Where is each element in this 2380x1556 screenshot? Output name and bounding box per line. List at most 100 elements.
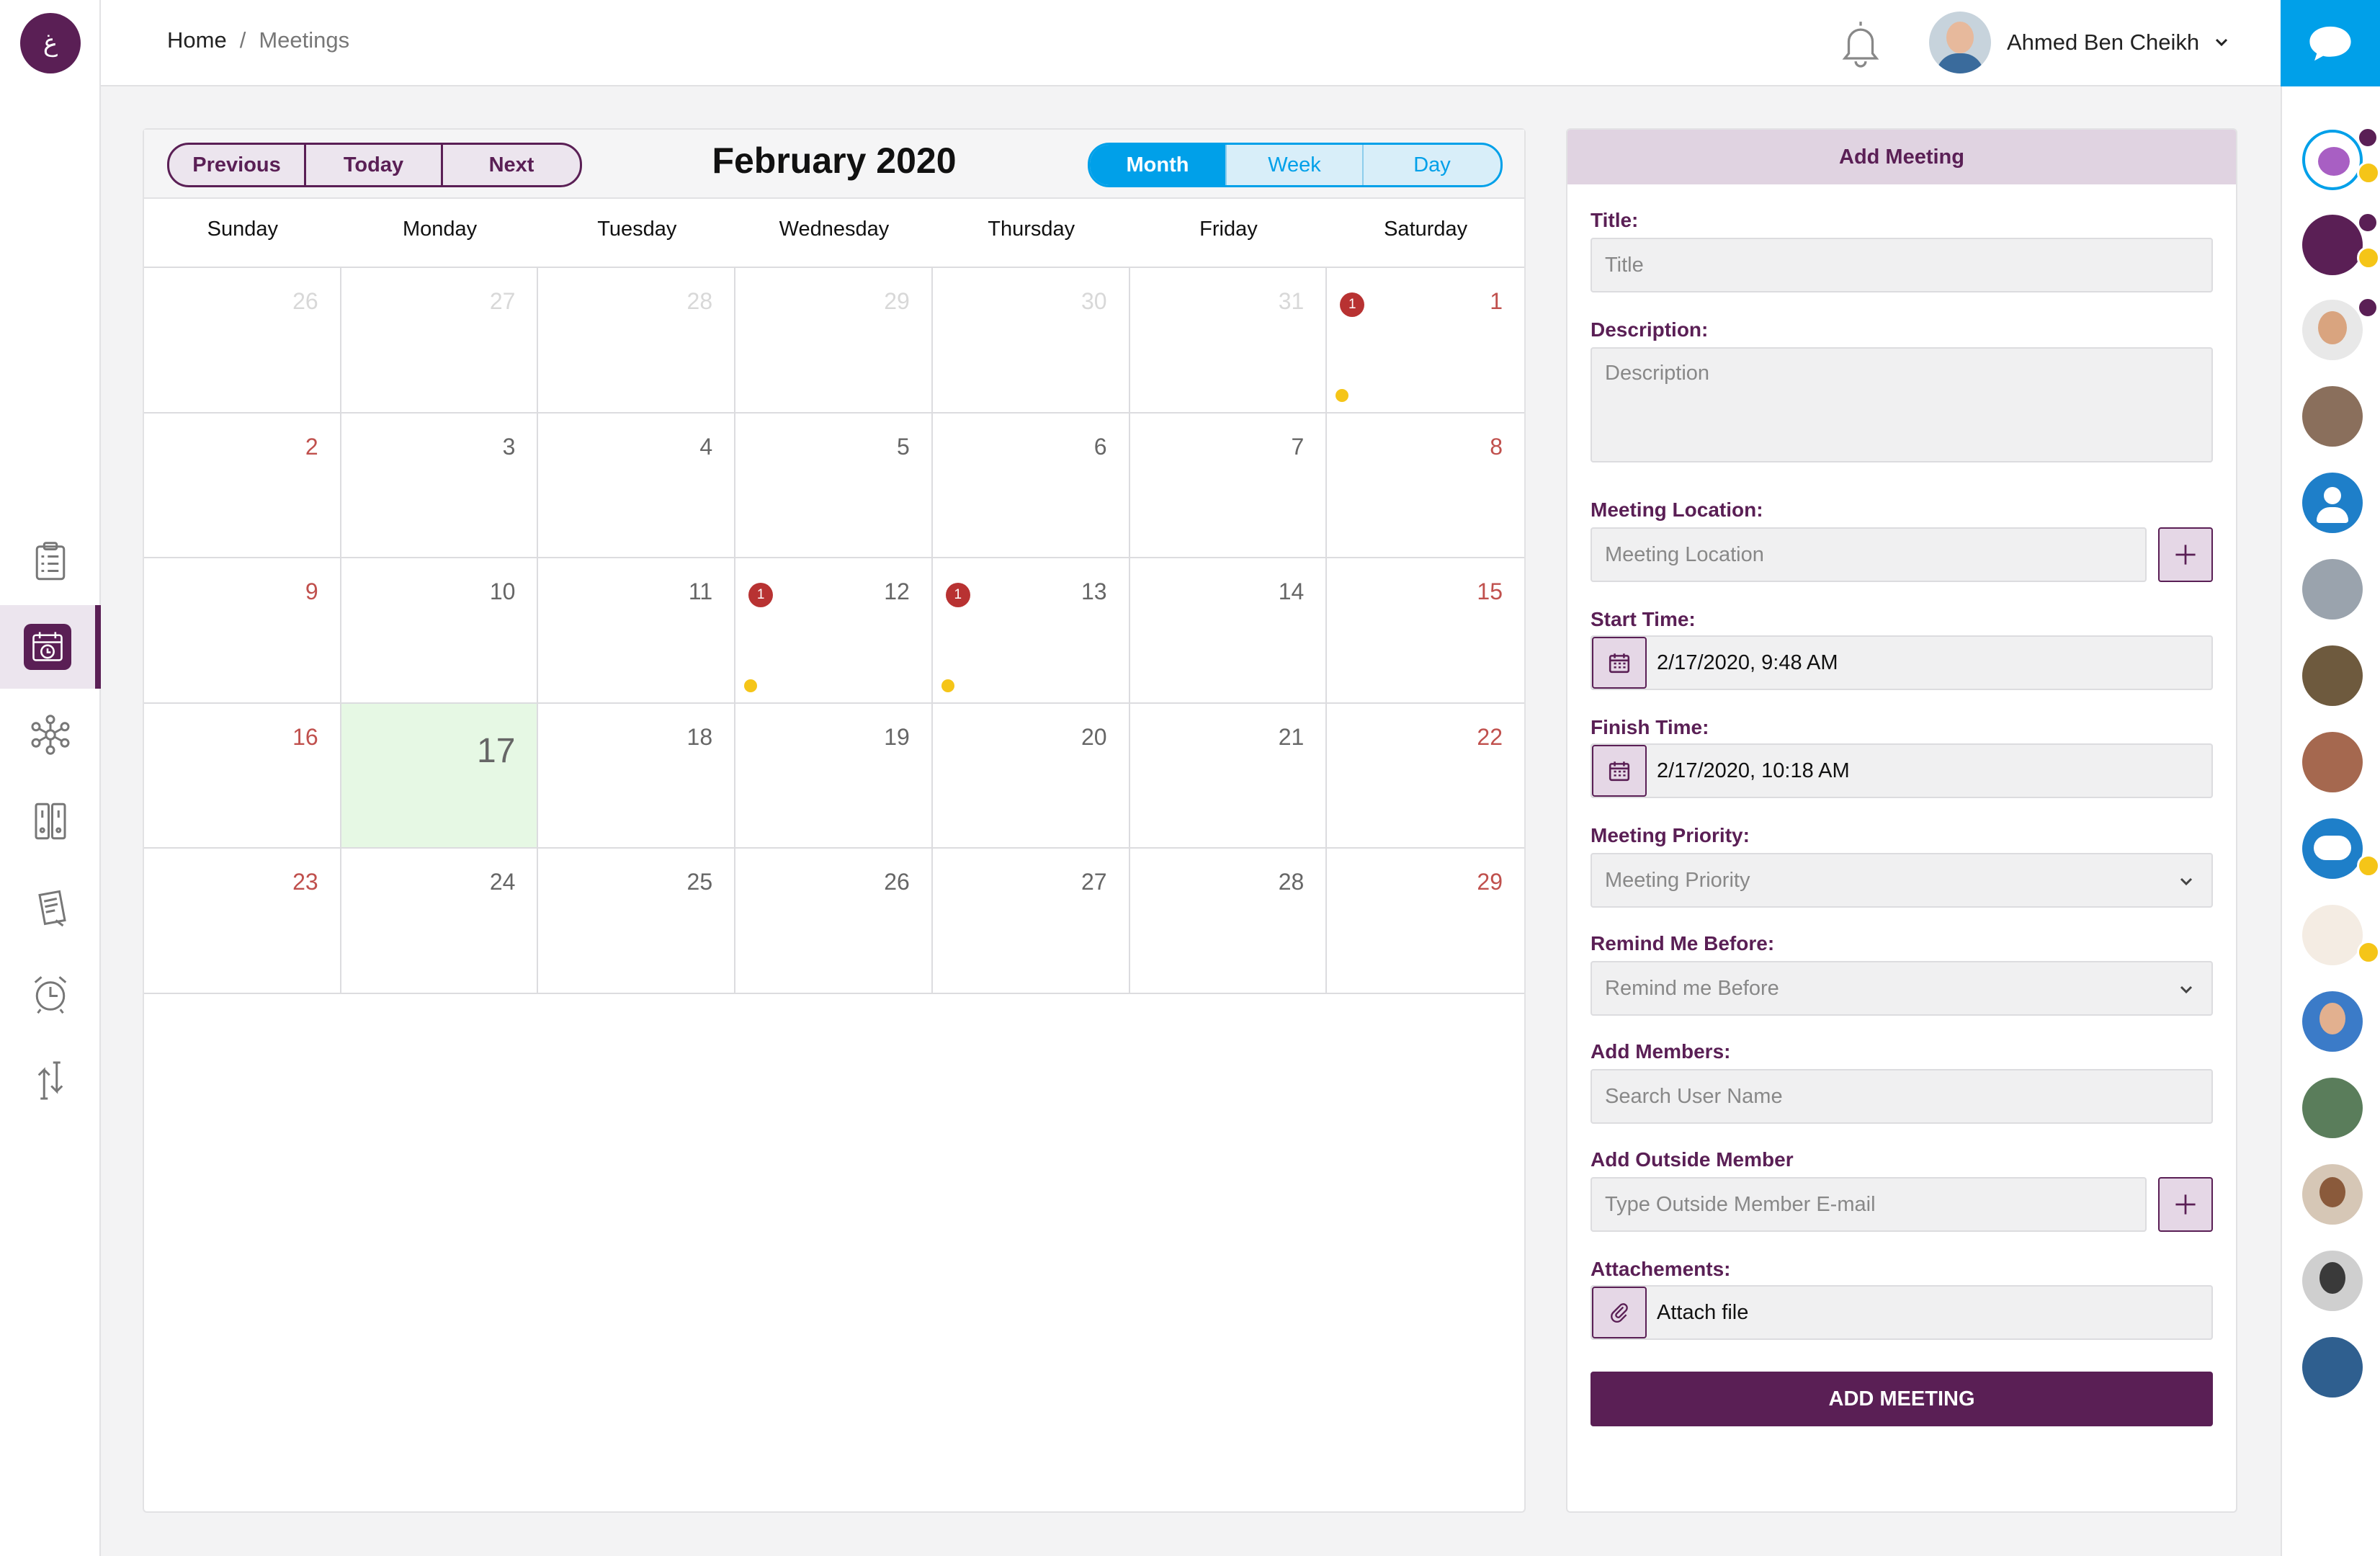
- calendar-day-cell[interactable]: 15: [1327, 558, 1524, 704]
- calendar-day-cell[interactable]: 8: [1327, 413, 1524, 559]
- contact-avatar-15[interactable]: [2302, 1337, 2363, 1398]
- calendar-day-cell[interactable]: 11: [1327, 268, 1524, 413]
- priority-select[interactable]: Meeting Priority: [1591, 853, 2213, 908]
- calendar-day-cell[interactable]: 2: [144, 413, 341, 559]
- calendar-day-cell[interactable]: 11: [538, 558, 736, 704]
- view-day-button[interactable]: Day: [1364, 145, 1500, 185]
- contact-avatar-8[interactable]: [2302, 732, 2363, 792]
- chat-toggle-button[interactable]: [2281, 0, 2380, 86]
- calendar-day-cell[interactable]: 25: [538, 849, 736, 994]
- event-count-badge[interactable]: 1: [945, 583, 970, 608]
- calendar-day-cell[interactable]: 3: [341, 413, 539, 559]
- calendar-day-cell[interactable]: 18: [538, 703, 736, 849]
- members-search-input[interactable]: Search User Name: [1591, 1069, 2213, 1124]
- paperclip-icon[interactable]: [1592, 1287, 1647, 1338]
- calendar-day-cell[interactable]: 31: [1129, 268, 1328, 413]
- calendar-day-cell[interactable]: 20: [932, 703, 1130, 849]
- calendar-day-cell[interactable]: 16: [144, 703, 341, 849]
- contact-avatar-13[interactable]: [2302, 1164, 2363, 1225]
- sidebar-item-meetings[interactable]: [0, 605, 101, 689]
- contact-group-9[interactable]: [2302, 818, 2363, 879]
- next-button[interactable]: Next: [443, 145, 580, 185]
- weekday-header-cell: Saturday: [1384, 218, 1468, 241]
- calendar-day-cell[interactable]: 30: [932, 268, 1130, 413]
- calendar-day-cell[interactable]: 26: [735, 849, 933, 994]
- finish-time-input[interactable]: 2/17/2020, 10:18 AM: [1591, 743, 2213, 798]
- calendar-day-cell[interactable]: 29: [735, 268, 933, 413]
- event-dot[interactable]: [1336, 388, 1349, 402]
- calendar-day-cell[interactable]: 23: [144, 849, 341, 994]
- outside-member-input[interactable]: Type Outside Member E-mail: [1591, 1177, 2147, 1232]
- calendar-day-cell[interactable]: 24: [341, 849, 539, 994]
- calendar-day-cell[interactable]: 29: [1327, 849, 1524, 994]
- calendar-day-cell-today[interactable]: 17: [341, 703, 539, 849]
- calendar-icon[interactable]: [1592, 637, 1647, 689]
- weekday-header-cell: Monday: [402, 218, 478, 241]
- calendar-day-cell[interactable]: 14: [1129, 558, 1328, 704]
- day-number: 26: [292, 288, 318, 314]
- contact-avatar-4[interactable]: [2302, 386, 2363, 447]
- previous-button[interactable]: Previous: [169, 145, 306, 185]
- event-dot[interactable]: [941, 679, 954, 692]
- day-number: 7: [1291, 433, 1305, 460]
- contact-avatar-12[interactable]: [2302, 1078, 2363, 1138]
- calendar-day-cell[interactable]: 7: [1129, 413, 1328, 559]
- sidebar-item-transfers[interactable]: [0, 1039, 101, 1122]
- sidebar-item-archive[interactable]: [0, 779, 101, 863]
- event-count-badge[interactable]: 1: [1340, 292, 1365, 317]
- event-count-badge[interactable]: 1: [748, 583, 774, 608]
- view-week-button[interactable]: Week: [1227, 145, 1364, 185]
- app-logo[interactable]: غ: [20, 13, 81, 73]
- calendar-day-cell[interactable]: 13 1: [932, 558, 1130, 704]
- start-time-input[interactable]: 2/17/2020, 9:48 AM: [1591, 635, 2213, 690]
- description-input[interactable]: Description: [1591, 347, 2213, 462]
- calendar-day-cell[interactable]: 21: [1129, 703, 1328, 849]
- attach-file-input[interactable]: Attach file: [1591, 1285, 2213, 1340]
- sidebar-item-network[interactable]: [0, 693, 101, 777]
- view-month-button[interactable]: Month: [1090, 145, 1227, 185]
- calendar-day-cell[interactable]: 5: [735, 413, 933, 559]
- day-number: 25: [686, 869, 713, 895]
- title-input[interactable]: Title: [1591, 238, 2213, 292]
- contact-avatar-14[interactable]: [2302, 1251, 2363, 1311]
- contact-avatar-3[interactable]: [2302, 300, 2363, 360]
- sidebar-item-notes[interactable]: [0, 866, 101, 949]
- calendar-day-cell[interactable]: 19: [735, 703, 933, 849]
- calendar-day-cell[interactable]: 10: [341, 558, 539, 704]
- calendar-day-cell[interactable]: 12 1: [735, 558, 933, 704]
- breadcrumb-home[interactable]: Home: [167, 27, 227, 53]
- calendar-day-cell[interactable]: 28: [538, 268, 736, 413]
- contact-avatar-6[interactable]: [2302, 559, 2363, 620]
- alarm-clock-icon: [34, 976, 67, 1014]
- contact-group-10[interactable]: [2302, 905, 2363, 965]
- calendar-day-cell[interactable]: 26: [144, 268, 341, 413]
- sidebar-item-reminders[interactable]: [0, 952, 101, 1036]
- calendar-day-cell[interactable]: 22: [1327, 704, 1524, 849]
- location-input[interactable]: Meeting Location: [1591, 527, 2147, 582]
- notification-bell-icon[interactable]: [1837, 17, 1884, 68]
- calendar-day-cell[interactable]: 6: [932, 413, 1130, 559]
- calendar-day-cell[interactable]: 27: [341, 268, 539, 413]
- calendar-day-cell[interactable]: 27: [932, 849, 1130, 994]
- contact-avatar-11[interactable]: [2302, 991, 2363, 1052]
- user-menu[interactable]: Ahmed Ben Cheikh: [1929, 12, 2228, 73]
- day-number: 16: [292, 723, 318, 750]
- calendar-day-cell[interactable]: 9: [144, 558, 341, 704]
- calendar-day-cell[interactable]: 28: [1129, 849, 1328, 994]
- day-number: 20: [1081, 723, 1107, 750]
- add-meeting-button[interactable]: ADD MEETING: [1591, 1372, 2213, 1426]
- sidebar-item-tasks[interactable]: [0, 520, 101, 604]
- add-location-button[interactable]: [2158, 527, 2213, 582]
- remind-select[interactable]: Remind me Before: [1591, 961, 2213, 1016]
- checklist-icon: [35, 542, 66, 581]
- contact-group-1[interactable]: [2302, 130, 2363, 190]
- calendar-icon[interactable]: [1592, 745, 1647, 797]
- calendar-day-cell[interactable]: 4: [538, 413, 736, 559]
- add-outside-member-button[interactable]: [2158, 1177, 2213, 1232]
- today-button[interactable]: Today: [306, 145, 443, 185]
- contact-group-2[interactable]: [2302, 215, 2363, 275]
- day-number: 9: [305, 578, 318, 605]
- event-dot[interactable]: [744, 679, 758, 692]
- contact-avatar-7[interactable]: [2302, 645, 2363, 706]
- contact-avatar-5[interactable]: [2302, 473, 2363, 533]
